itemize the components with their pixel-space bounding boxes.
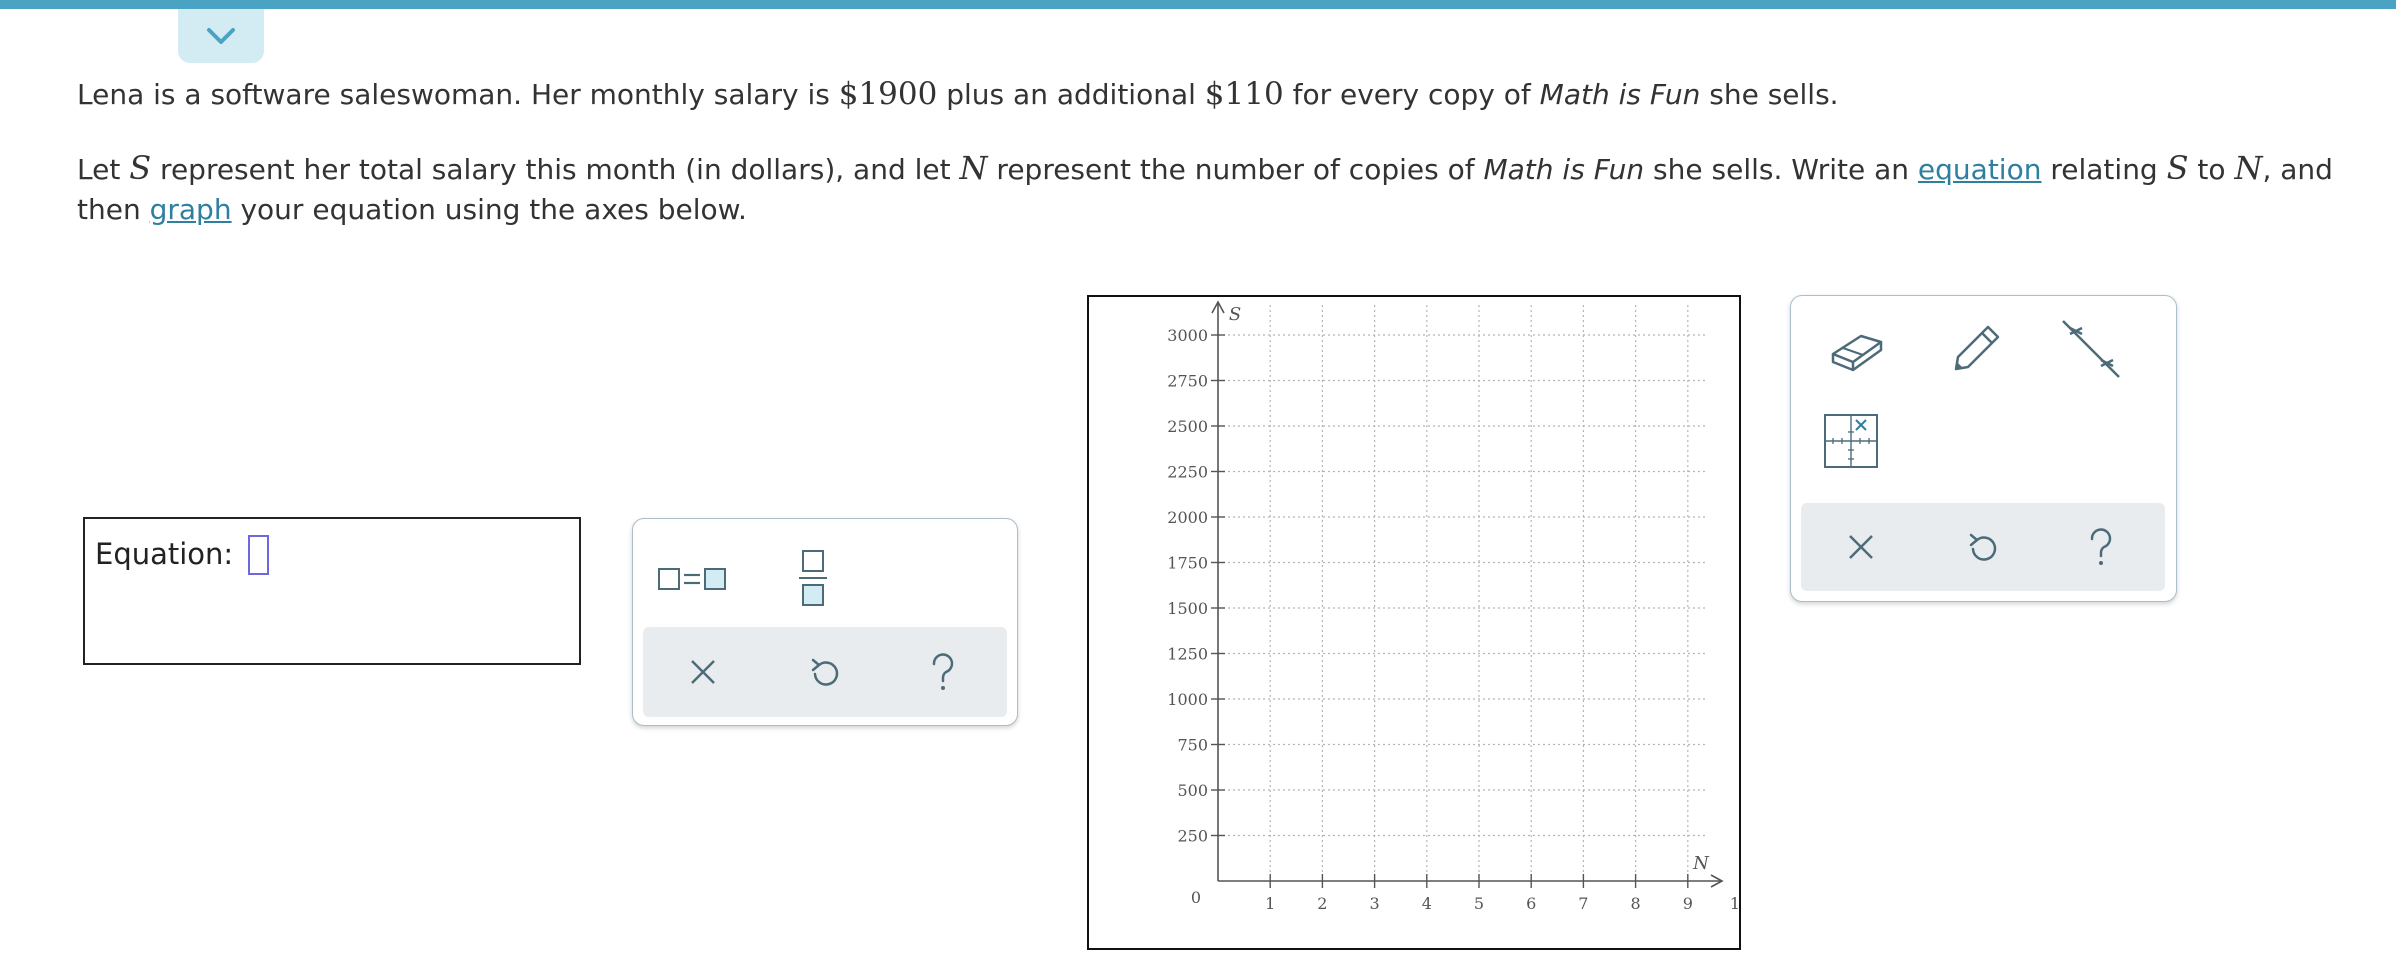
eraser-icon — [1831, 334, 1883, 372]
product-title: Math is Fun — [1539, 78, 1701, 111]
y-tick-label: 1000 — [1167, 690, 1208, 709]
clear-button[interactable] — [673, 647, 733, 697]
prompt-text: represent her total salary this month (i… — [151, 153, 960, 186]
per-copy-value: $110 — [1204, 76, 1284, 112]
graph-canvas[interactable]: 1 2 3 4 5 6 7 8 9 10 250 500 750 1000 1250 1500 1750 2000… — [1089, 297, 1750, 948]
equation-action-bar — [643, 627, 1007, 717]
prompt-text: plus an additional — [937, 78, 1205, 111]
clear-icon — [691, 660, 715, 684]
x-tick-label: 9 — [1683, 894, 1693, 913]
equals-template-icon — [658, 568, 726, 590]
eraser-tool-button[interactable] — [1821, 314, 1891, 384]
equation-label: Equation: — [95, 537, 234, 571]
undo-icon — [811, 658, 839, 686]
prompt-text: your equation using the axes below. — [231, 193, 747, 226]
prompt-text: she sells. — [1700, 78, 1839, 111]
equation-link[interactable]: equation — [1918, 153, 2042, 186]
x-tick-label: 2 — [1317, 894, 1327, 913]
x-axis-label: N — [1692, 853, 1710, 874]
equation-input[interactable] — [248, 535, 269, 575]
x-tick-label: 6 — [1526, 894, 1536, 913]
y-tick-label: 2500 — [1167, 417, 1208, 436]
product-title: Math is Fun — [1483, 153, 1645, 186]
prompt-text: she sells. Write an — [1644, 153, 1918, 186]
equation-answer-box: Equation: — [83, 517, 581, 665]
x-tick-label: 3 — [1370, 894, 1380, 913]
clear-button[interactable] — [1831, 522, 1891, 572]
variable-n: N — [2234, 149, 2263, 187]
problem-instructions: Let S represent her total salary this mo… — [77, 148, 2367, 230]
variable-s: S — [2166, 149, 2189, 187]
y-tick-label: 2000 — [1167, 508, 1208, 527]
variable-s: S — [129, 149, 152, 187]
prompt-text: for every copy of — [1283, 78, 1540, 111]
origin-label: 0 — [1191, 888, 1201, 907]
y-tick-label: 1750 — [1167, 554, 1208, 573]
point-grid-tool-button[interactable] — [1816, 406, 1886, 476]
line-tool-button[interactable] — [2056, 314, 2126, 384]
prompt-text: relating — [2041, 153, 2167, 186]
x-tick-label: 7 — [1578, 894, 1588, 913]
graph-tool-palette — [1790, 295, 2177, 602]
help-button[interactable] — [2071, 522, 2131, 572]
top-accent-bar — [0, 0, 2396, 9]
help-icon — [932, 653, 954, 690]
y-tick-label: 3000 — [1167, 326, 1208, 345]
help-icon — [2090, 528, 2112, 565]
x-tick-label: 8 — [1631, 894, 1641, 913]
equation-palette — [632, 518, 1018, 726]
pencil-tool-button[interactable] — [1941, 314, 2011, 384]
undo-button[interactable] — [1953, 522, 2013, 572]
y-tick-label: 2250 — [1167, 463, 1208, 482]
y-tick-label: 1500 — [1167, 599, 1208, 618]
clear-icon — [1849, 535, 1873, 559]
collapse-toggle[interactable] — [178, 9, 264, 63]
y-axis-label: S — [1229, 304, 1241, 325]
pencil-icon — [1954, 325, 2000, 371]
x-tick-label: 5 — [1474, 894, 1484, 913]
prompt-text: to — [2188, 153, 2235, 186]
problem-statement: Lena is a software saleswoman. Her month… — [77, 74, 1839, 115]
prompt-text: Lena is a software saleswoman. Her month… — [77, 78, 839, 111]
fraction-template-icon — [799, 550, 827, 606]
undo-button[interactable] — [795, 647, 855, 697]
undo-icon — [1969, 533, 1997, 561]
fraction-template-button[interactable] — [783, 539, 843, 617]
equals-template-button[interactable] — [653, 549, 733, 609]
y-tick-label: 1250 — [1167, 645, 1208, 664]
x-tick-label: 10 — [1730, 894, 1739, 913]
y-tick-label: 500 — [1177, 781, 1208, 800]
prompt-text: Let — [77, 153, 130, 186]
x-tick-label: 4 — [1422, 894, 1432, 913]
variable-n: N — [959, 149, 988, 187]
chevron-down-icon — [207, 28, 235, 44]
line-tool-icon — [2062, 320, 2120, 378]
graph-link[interactable]: graph — [150, 193, 232, 226]
x-tick-label: 1 — [1265, 894, 1275, 913]
point-grid-icon — [1824, 414, 1878, 468]
y-tick-label: 2750 — [1167, 372, 1208, 391]
base-salary-value: $1900 — [838, 76, 938, 112]
graph-action-bar — [1801, 503, 2165, 591]
graph-area[interactable]: 1 2 3 4 5 6 7 8 9 10 250 500 750 1000 1250 1500 1750 2000… — [1087, 295, 1750, 950]
y-tick-label: 750 — [1177, 736, 1208, 755]
help-button[interactable] — [913, 647, 973, 697]
y-tick-label: 250 — [1177, 827, 1208, 846]
prompt-text: represent the number of copies of — [987, 153, 1484, 186]
